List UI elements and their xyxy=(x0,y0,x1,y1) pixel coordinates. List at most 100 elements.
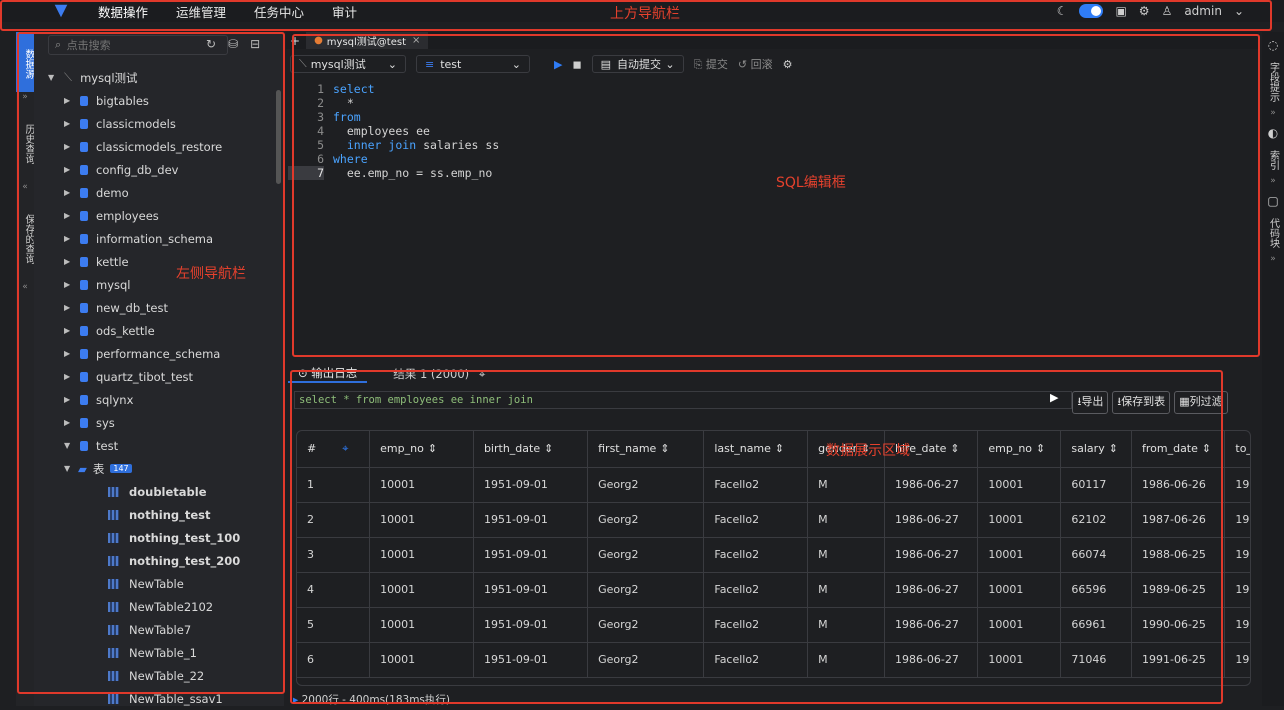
table-cell[interactable]: 10001 xyxy=(369,572,474,608)
caret-right-icon[interactable]: ▶ xyxy=(64,142,74,151)
table-cell[interactable]: 1991-06-2 xyxy=(1224,607,1250,643)
caret-right-icon[interactable]: ▶ xyxy=(64,395,74,404)
table-cell[interactable]: M xyxy=(807,467,885,503)
table-cell[interactable]: M xyxy=(807,607,885,643)
tree-folder-tables[interactable]: ▼ ▰ 表 147 xyxy=(34,457,274,480)
editor-tab[interactable]: ● mysql测试@test × xyxy=(306,32,429,49)
table-cell[interactable]: M xyxy=(807,502,885,538)
caret-down-icon[interactable]: ▼ xyxy=(48,73,58,82)
tree-database[interactable]: ▼ test xyxy=(34,434,274,457)
chevron-icon[interactable]: » xyxy=(1262,254,1284,264)
column-header[interactable]: to_date⇕ xyxy=(1224,431,1250,468)
table-cell[interactable]: Georg2 xyxy=(587,607,705,643)
tree-table[interactable]: NewTable_1 xyxy=(34,641,274,664)
theme-toggle[interactable] xyxy=(1079,4,1104,18)
tree-table[interactable]: NewTable_ssav1 xyxy=(34,687,274,710)
submit-button[interactable]: ⎘ 提交 xyxy=(694,56,728,72)
tree-table[interactable]: NewTable_22 xyxy=(34,664,274,687)
tree-table[interactable]: nothing_test xyxy=(34,503,274,526)
table-row[interactable]: 4 10001 1951-09-01 Georg2 Facello2 M 1986-06-2… xyxy=(297,572,1250,608)
table-cell[interactable]: 10001 xyxy=(977,537,1062,573)
table-cell[interactable]: 1986-06-27 xyxy=(884,537,979,573)
caret-right-icon[interactable]: ▶ xyxy=(64,303,74,312)
caret-right-icon[interactable]: ▶ xyxy=(64,96,74,105)
caret-right-icon[interactable]: ▶ xyxy=(64,188,74,197)
table-cell[interactable]: 1989-06-25 xyxy=(1131,572,1226,608)
column-header[interactable]: emp_no ⇕ xyxy=(977,431,1062,468)
chevron-right-icon[interactable]: » xyxy=(16,92,34,102)
sort-icon[interactable]: ⇕ xyxy=(1202,442,1211,455)
table-cell[interactable]: Georg2 xyxy=(587,467,705,503)
rollback-button[interactable]: ↺ 回滚 xyxy=(738,56,773,72)
sort-icon[interactable]: ⇕ xyxy=(544,442,553,455)
table-cell[interactable]: 1989-06-2 xyxy=(1224,537,1250,573)
sort-icon[interactable]: ⇕ xyxy=(1036,442,1045,455)
caret-right-icon[interactable]: ▶ xyxy=(64,372,74,381)
stop-icon[interactable]: ◼ xyxy=(572,58,581,71)
caret-right-icon[interactable]: ▶ xyxy=(64,326,74,335)
commit-mode-select[interactable]: ▤ 自动提交 ⌄ xyxy=(591,55,684,73)
close-icon[interactable]: × xyxy=(412,35,420,46)
column-header[interactable]: from_date ⇕ xyxy=(1131,431,1226,468)
table-cell[interactable]: 10001 xyxy=(369,537,474,573)
tree-root[interactable]: ▼ ⟍ mysql测试 xyxy=(34,66,274,89)
tree-table[interactable]: nothing_test_100 xyxy=(34,526,274,549)
table-cell[interactable]: 1951-09-01 xyxy=(473,607,589,643)
table-cell[interactable]: 1990-06-2 xyxy=(1224,572,1250,608)
sort-icon[interactable]: ⇕ xyxy=(1109,442,1118,455)
column-header[interactable]: birth_date ⇕ xyxy=(473,431,589,468)
tree-database[interactable]: ▶ employees xyxy=(34,204,274,227)
table-row[interactable]: 6 10001 1951-09-01 Georg2 Facello2 M 1986-06-2… xyxy=(297,642,1250,678)
strip-saved[interactable]: 保存的查询 xyxy=(16,192,34,282)
table-cell[interactable]: 10001 xyxy=(369,467,474,503)
tree-table[interactable]: doubletable xyxy=(34,480,274,503)
bulb-icon[interactable]: ◌ xyxy=(1262,38,1284,52)
caret-right-icon[interactable]: ▶ xyxy=(64,211,74,220)
table-cell[interactable]: 1986-06-27 xyxy=(884,607,979,643)
add-datasource-icon[interactable]: ⛁ xyxy=(228,37,238,51)
caret-right-icon[interactable]: ▶ xyxy=(64,119,74,128)
table-row[interactable]: 1 10001 1951-09-01 Georg2 Facello2 M 1986-06-2… xyxy=(297,467,1250,503)
table-cell[interactable]: 66596 xyxy=(1060,572,1132,608)
table-cell[interactable]: 1951-09-01 xyxy=(473,537,589,573)
caret-right-icon[interactable]: ▶ xyxy=(64,349,74,358)
table-cell[interactable]: Georg2 xyxy=(587,572,705,608)
table-cell[interactable]: 10001 xyxy=(977,572,1062,608)
table-cell[interactable]: 10001 xyxy=(977,642,1062,678)
table-cell[interactable]: 1 xyxy=(297,467,371,503)
caret-right-icon[interactable]: ▶ xyxy=(64,257,74,266)
table-cell[interactable]: 10001 xyxy=(977,467,1062,503)
sql-editor[interactable]: 1 select 2 * 3 from 4 employees ee 5 inner joi… xyxy=(288,82,1258,354)
export-button[interactable]: ⭳导出 xyxy=(1072,391,1109,414)
table-cell[interactable]: 1987-06-2 xyxy=(1224,467,1250,503)
database-select[interactable]: ≡ test ⌄ xyxy=(416,55,530,73)
tab-result-1[interactable]: 结果 1 (2000) ⌖ xyxy=(393,366,485,382)
column-header[interactable]: first_name ⇕ xyxy=(587,431,705,468)
chevron-icon[interactable]: » xyxy=(1262,108,1284,118)
table-cell[interactable]: M xyxy=(807,642,885,678)
table-cell[interactable]: Facello2 xyxy=(703,537,809,573)
pin-icon[interactable]: ⌖ xyxy=(479,367,485,381)
column-filter-button[interactable]: ▦列过滤 xyxy=(1174,391,1228,414)
refresh-icon[interactable]: ↻ xyxy=(206,37,216,51)
tree-database[interactable]: ▶ bigtables xyxy=(34,89,274,112)
caret-right-icon[interactable]: ▶ xyxy=(64,280,74,289)
table-cell[interactable]: 10001 xyxy=(369,642,474,678)
table-cell[interactable]: 2 xyxy=(297,502,371,538)
nav-ops-management[interactable]: 运维管理 xyxy=(172,0,230,23)
run-icon[interactable]: ▶ xyxy=(554,58,562,71)
table-cell[interactable]: 10001 xyxy=(977,607,1062,643)
table-cell[interactable]: M xyxy=(807,572,885,608)
nav-task-center[interactable]: 任务中心 xyxy=(250,0,308,23)
table-cell[interactable]: Georg2 xyxy=(587,502,705,538)
column-header[interactable]: salary ⇕ xyxy=(1060,431,1132,468)
table-cell[interactable]: 1990-06-25 xyxy=(1131,607,1226,643)
sort-icon[interactable]: ⇕ xyxy=(660,442,669,455)
table-cell[interactable]: 1951-09-01 xyxy=(473,642,589,678)
table-cell[interactable]: Facello2 xyxy=(703,642,809,678)
table-cell[interactable]: Georg2 xyxy=(587,642,705,678)
index-icon[interactable]: ◐ xyxy=(1262,126,1284,140)
play-icon[interactable]: ▶ xyxy=(1050,391,1058,414)
table-cell[interactable]: 66074 xyxy=(1060,537,1132,573)
caret-right-icon[interactable]: ▼ xyxy=(64,441,74,450)
